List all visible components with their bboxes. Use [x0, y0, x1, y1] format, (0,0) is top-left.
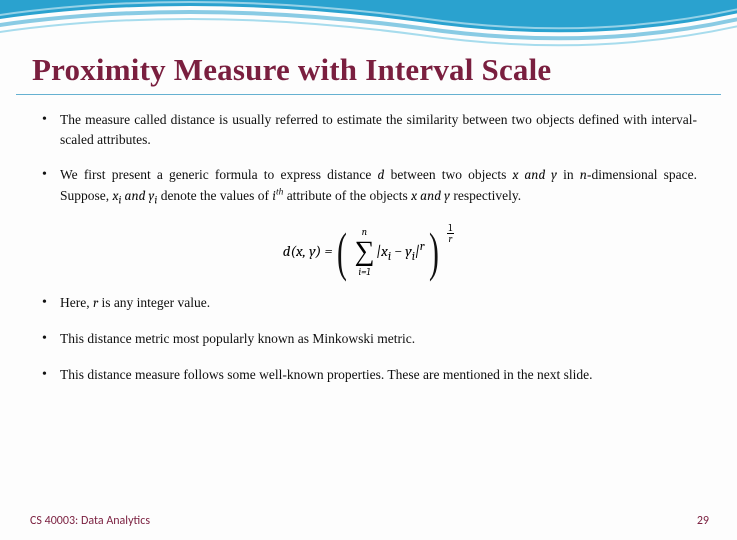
- formula-lhs: d(x, y) =: [283, 241, 333, 263]
- var-xy2: x and y: [411, 189, 450, 204]
- text: − y: [391, 242, 412, 260]
- text: .: [412, 331, 415, 346]
- text: is any integer value.: [98, 295, 210, 310]
- formula: d(x, y) = ( n ∑ i=1 |xi − yi|r ) 1 r: [40, 225, 697, 279]
- term-minkowski: Minkowski metric: [312, 331, 411, 346]
- bullet-4: This distance metric most popularly know…: [40, 329, 697, 349]
- text: This distance metric most popularly know…: [60, 331, 312, 346]
- rparen: ): [429, 225, 439, 279]
- den: r: [446, 234, 454, 244]
- text: We first present a generic formula to ex…: [60, 167, 378, 182]
- text: attribute of the objects: [283, 188, 411, 203]
- lparen: (: [337, 225, 347, 279]
- text: respectively.: [450, 188, 521, 203]
- text: in: [557, 167, 580, 182]
- and: and: [122, 189, 149, 204]
- outer-exponent: 1 r: [446, 223, 454, 244]
- text: denote the values of: [157, 188, 272, 203]
- body: |xi − yi|r: [376, 238, 424, 266]
- text: The measure called: [60, 112, 171, 127]
- title-underline: [16, 94, 721, 95]
- text: Here,: [60, 295, 93, 310]
- bullet-2: We first present a generic formula to ex…: [40, 165, 697, 209]
- text: is usually referred to estimate the simi…: [215, 112, 651, 127]
- footer-course: CS 40003: Data Analytics: [30, 514, 150, 528]
- text: attributes.: [94, 132, 151, 147]
- var-n: n: [580, 168, 587, 183]
- term-distance: distance: [171, 112, 215, 127]
- footer-page-number: 29: [697, 514, 709, 528]
- exp: r: [420, 240, 425, 254]
- bullet-5: This distance measure follows some well-…: [40, 365, 697, 385]
- slide-content: The measure called distance is usually r…: [40, 110, 697, 400]
- bullet-1: The measure called distance is usually r…: [40, 110, 697, 149]
- var-xy: x and y: [513, 168, 557, 183]
- bullet-3: Here, r is any integer value.: [40, 293, 697, 314]
- text: |x: [376, 242, 387, 260]
- slide-title: Proximity Measure with Interval Scale: [32, 52, 551, 88]
- text: between two objects: [384, 167, 512, 182]
- sigma: n ∑ i=1: [354, 227, 374, 277]
- sigma-bottom: i=1: [358, 267, 370, 277]
- sigma-symbol: ∑: [354, 238, 374, 266]
